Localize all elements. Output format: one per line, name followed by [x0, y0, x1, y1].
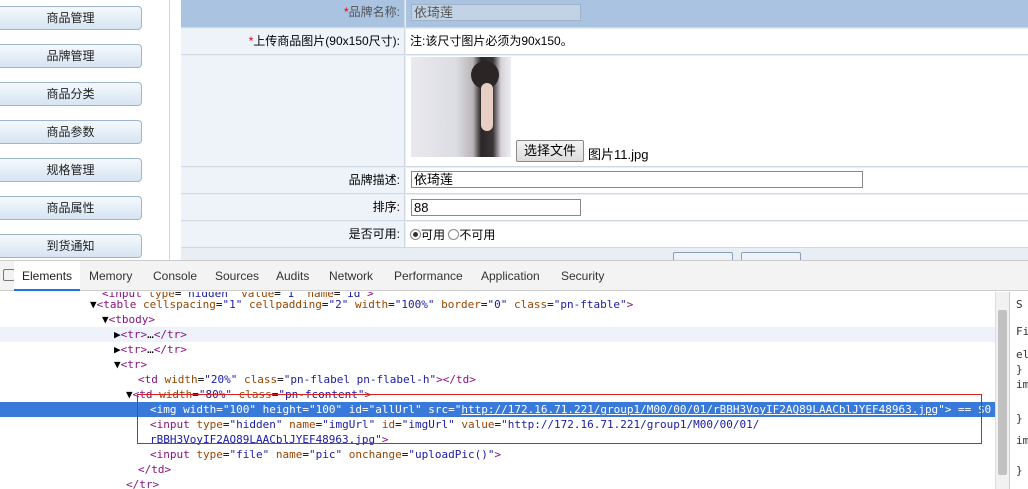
sort-input[interactable]: 88	[411, 199, 581, 216]
devtools-tab-bar: Elements Memory Console Sources Audits N…	[0, 261, 1028, 291]
choose-file-button[interactable]: 选择文件	[516, 140, 584, 162]
dom-line[interactable]: </tr>	[0, 477, 995, 489]
dom-line[interactable]: ▶<tr>…</tr>	[0, 327, 995, 342]
enabled-no-radio[interactable]	[448, 229, 460, 240]
enabled-no-label: 不可用	[459, 228, 496, 242]
styles-pane: S Fil el } im } im }	[1009, 292, 1028, 489]
description-input[interactable]: 依琦莲	[411, 171, 863, 188]
enabled-label: 是否可用:	[181, 222, 405, 247]
sort-row: 排序:	[181, 195, 1028, 221]
sidebar: 商品管理 品牌管理 商品分类 商品参数 规格管理 商品属性 到货通知	[0, 0, 170, 260]
brand-name-row: *品牌名称:	[181, 0, 1028, 28]
tab-network[interactable]: Network	[329, 261, 373, 291]
brand-name-input[interactable]: 依琦莲	[411, 4, 581, 21]
sidebar-item-arrival-notice[interactable]: 到货通知	[0, 234, 142, 258]
dom-line[interactable]: ▼<tbody>	[0, 312, 995, 327]
tab-application[interactable]: Application	[481, 261, 540, 291]
upload-note: 注:该尺寸图片必须为90x150。	[406, 29, 1028, 54]
sidebar-item-product-attributes[interactable]: 商品属性	[0, 196, 142, 220]
brand-image-preview	[411, 57, 511, 157]
upload-row: *上传商品图片(90x150尺寸): 注:该尺寸图片必须为90x150。	[181, 29, 1028, 55]
tab-performance[interactable]: Performance	[394, 261, 463, 291]
tab-console[interactable]: Console	[153, 261, 197, 291]
dom-line[interactable]: ▼<table cellspacing="1" cellpadding="2" …	[0, 297, 995, 312]
tab-audits[interactable]: Audits	[276, 261, 309, 291]
dom-line[interactable]: <td width="20%" class="pn-flabel pn-flab…	[0, 372, 995, 387]
dom-line[interactable]: <input type="file" name="pic" onchange="…	[0, 447, 995, 462]
dom-tree-scrollbar[interactable]	[995, 292, 1009, 489]
highlight-box	[137, 394, 982, 444]
scrollbar-thumb[interactable]	[998, 310, 1007, 475]
sidebar-item-product-parameters[interactable]: 商品参数	[0, 120, 142, 144]
description-label: 品牌描述:	[181, 168, 405, 193]
submit-button[interactable]	[673, 252, 733, 260]
dom-line[interactable]: ▶<tr>…</tr>	[0, 342, 995, 357]
tab-security[interactable]: Security	[561, 261, 604, 291]
upload-label: *上传商品图片(90x150尺寸):	[181, 29, 405, 54]
back-button[interactable]	[741, 252, 801, 260]
sidebar-item-product-category[interactable]: 商品分类	[0, 82, 142, 106]
tab-memory[interactable]: Memory	[89, 261, 132, 291]
sidebar-item-brand-management[interactable]: 品牌管理	[0, 44, 142, 68]
dom-line[interactable]: ▼<tr>	[0, 357, 995, 372]
file-name: 图片11.jpg	[588, 147, 649, 162]
enabled-row: 是否可用: 可用 不可用	[181, 222, 1028, 248]
dom-tree[interactable]: <input type="hidden" value="1" name="id"…	[0, 292, 995, 489]
enabled-yes-radio[interactable]	[410, 229, 421, 240]
sidebar-item-spec-management[interactable]: 规格管理	[0, 158, 142, 182]
sidebar-item-product-management[interactable]: 商品管理	[0, 6, 142, 30]
sort-label: 排序:	[181, 195, 405, 220]
tab-sources[interactable]: Sources	[215, 261, 259, 291]
app-window: 商品管理 品牌管理 商品分类 商品参数 规格管理 商品属性 到货通知 *品牌名称…	[0, 0, 1028, 489]
brand-form: *品牌名称: 依琦莲 *上传商品图片(90x150尺寸): 注:该尺寸图片必须为…	[181, 0, 1028, 260]
enabled-yes-label: 可用	[421, 228, 446, 242]
devtools-panel: Elements Memory Console Sources Audits N…	[0, 260, 1028, 489]
brand-name-label: *品牌名称:	[181, 0, 405, 27]
dom-line[interactable]: </td>	[0, 462, 995, 477]
tab-elements[interactable]: Elements	[14, 261, 81, 291]
